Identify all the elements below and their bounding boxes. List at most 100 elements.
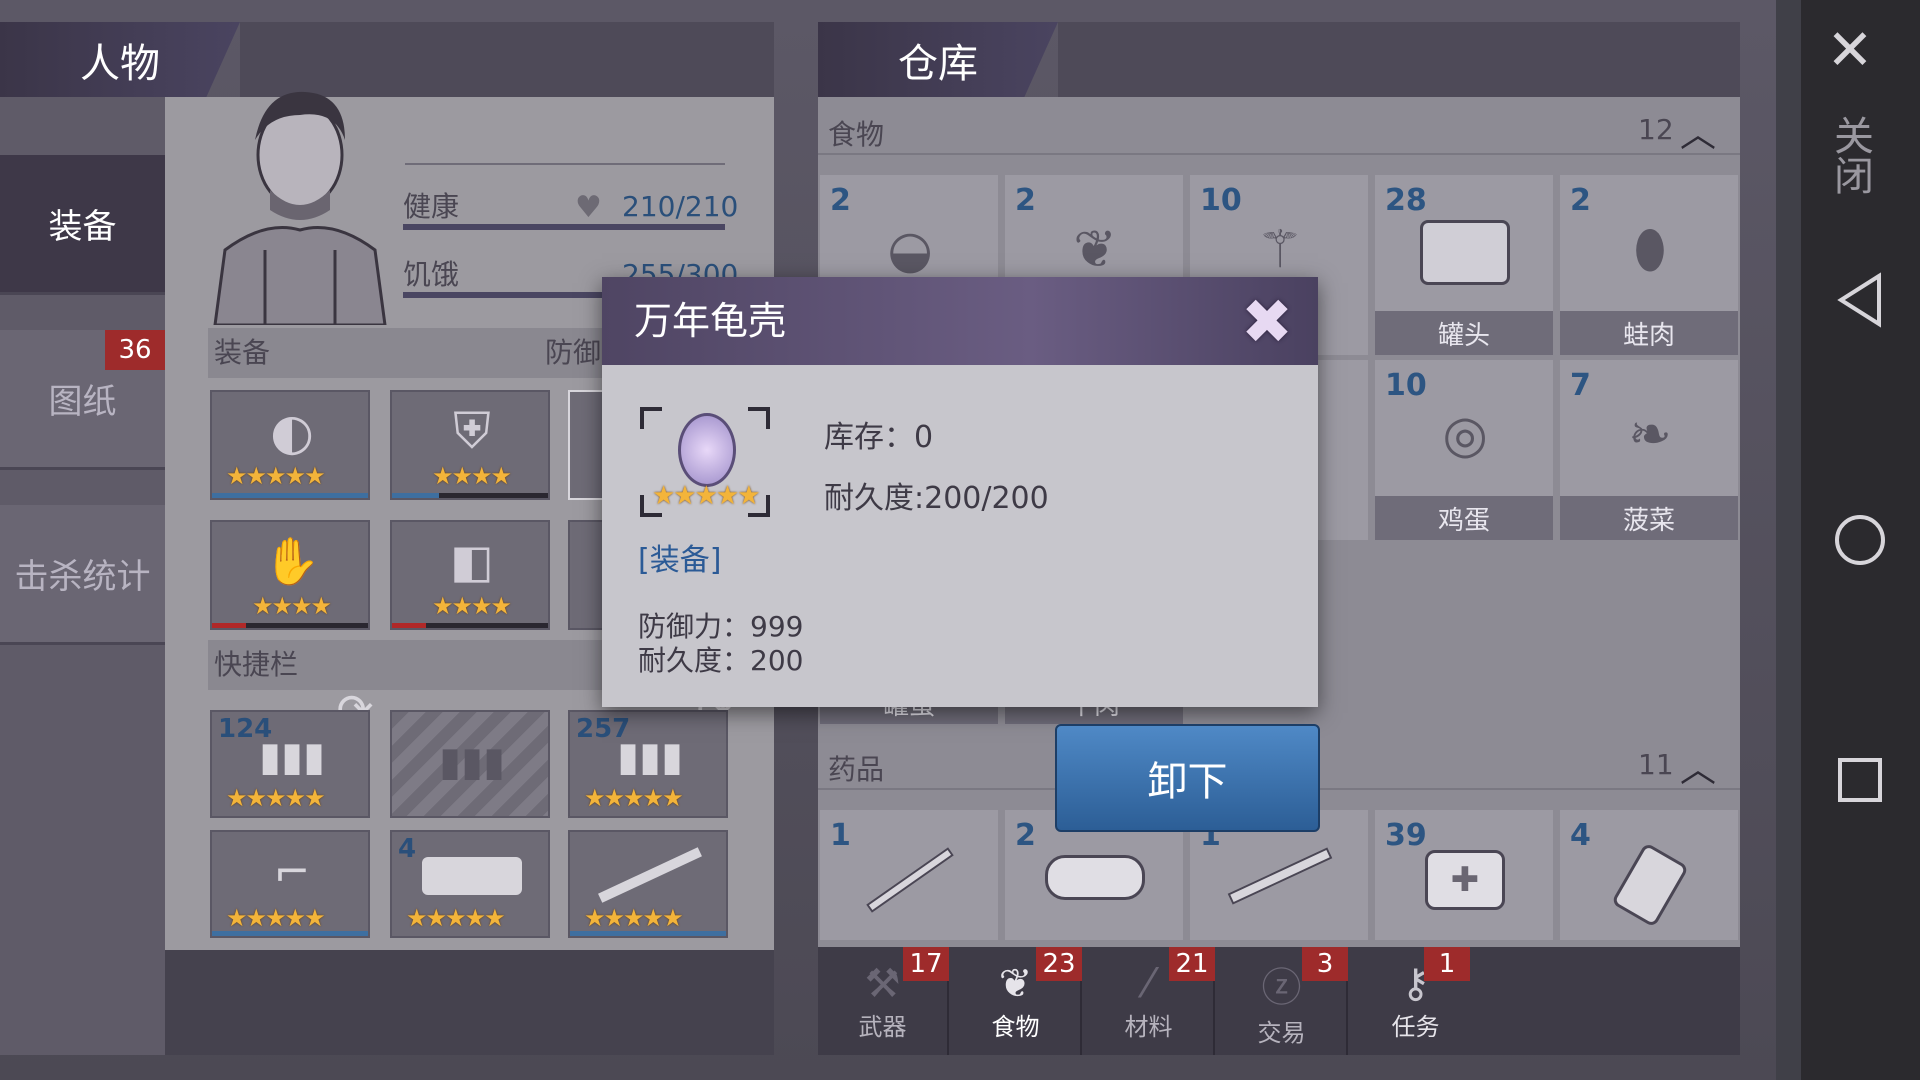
medkit-icon: ✚ xyxy=(1425,850,1505,910)
quick-slot-2-empty[interactable]: ▮▮▮ xyxy=(390,710,550,818)
item-count: 10 xyxy=(1385,368,1427,403)
nav-equipment-label: 装备 xyxy=(48,207,117,247)
star-rating: ★★★★★ xyxy=(652,481,761,511)
medicine-item[interactable]: 4 xyxy=(1560,810,1738,940)
close-icon[interactable]: ✕ xyxy=(1820,18,1880,83)
bandage-icon xyxy=(1045,855,1145,900)
medicine-section-label: 药品 xyxy=(828,753,885,786)
food-item[interactable]: 28 罐头 xyxy=(1375,175,1553,355)
item-count: 1 xyxy=(830,818,851,853)
chevron-up-icon[interactable]: ︿ xyxy=(1680,740,1716,792)
tab-quests-label: 任务 xyxy=(1391,1012,1440,1041)
star-rating: ★★★★★ xyxy=(226,904,326,932)
eggs-icon: ◎ xyxy=(1442,405,1488,465)
warehouse-title-text: 仓库 xyxy=(898,40,978,87)
splint-icon xyxy=(1227,847,1333,905)
tab-badge: 17 xyxy=(903,947,949,981)
unequip-button[interactable]: 卸下 xyxy=(1055,724,1320,832)
medicine-item[interactable]: 1 xyxy=(820,810,998,940)
recents-icon[interactable] xyxy=(1830,750,1890,810)
food-section-count: 12 xyxy=(1638,113,1674,146)
tab-badge: 21 xyxy=(1169,947,1215,981)
shotgun-icon xyxy=(598,847,702,903)
star-rating: ★★★★★ xyxy=(226,462,326,490)
pill-bottle-icon xyxy=(1610,842,1690,928)
quickbar-label: 快捷栏 xyxy=(214,648,299,681)
item-detail-modal: 万年龟壳 ✖ ★★★★★ 库存：0 耐久度:200/200 [装备] 防御力：9… xyxy=(602,277,1318,707)
frog-meat-icon: ⬮ xyxy=(1633,219,1667,280)
tab-badge-count: 1 xyxy=(1438,949,1456,979)
item-count: 2 xyxy=(1015,818,1036,853)
health-bar xyxy=(403,224,725,230)
star-rating: ★★★★★ xyxy=(226,784,326,812)
durability-bar xyxy=(212,493,368,498)
close-icon[interactable]: ✖ xyxy=(1222,277,1312,365)
item-count: 28 xyxy=(1385,183,1427,218)
meat-icon: ❦ xyxy=(1073,220,1117,280)
armor-icon: ⛨ xyxy=(453,401,491,460)
tab-badge: 1 xyxy=(1424,947,1470,981)
durability-bar-fill xyxy=(392,623,427,628)
star-rating: ★★★★★ xyxy=(584,904,684,932)
quick-slot-6[interactable]: ★★★★★ xyxy=(568,830,728,938)
nav-kill-stats[interactable]: 击杀统计 xyxy=(0,505,165,645)
home-icon[interactable] xyxy=(1830,510,1890,570)
quickbar-section-bar: 快捷栏 xyxy=(208,640,608,690)
spinach-icon: ❧ xyxy=(1628,405,1672,465)
character-footer xyxy=(165,950,774,1055)
hunger-label: 饥饿 xyxy=(403,258,460,291)
durability-bar-fill xyxy=(392,493,439,498)
chevron-up-icon[interactable]: ︿ xyxy=(1680,105,1716,157)
quick-slot-4[interactable]: ⌐ ★★★★★ xyxy=(210,830,370,938)
tab-badge-count: 3 xyxy=(1316,949,1334,979)
unequip-button-label: 卸下 xyxy=(1147,759,1228,805)
back-icon[interactable] xyxy=(1830,270,1890,330)
equip-slot-helmet[interactable]: ◐ ★★★★★ xyxy=(210,390,370,500)
item-label: 鸡蛋 xyxy=(1375,496,1553,540)
durability-bar-fill xyxy=(212,623,247,628)
equip-slot-armor[interactable]: ⛨ ★★★★ xyxy=(390,390,550,500)
ammo-icon: ▮▮▮ xyxy=(616,734,684,780)
item-label: 菠菜 xyxy=(1560,496,1738,540)
star-rating: ★★★★ xyxy=(432,592,512,620)
food-item[interactable]: 7 ❧ 菠菜 xyxy=(1560,360,1738,540)
equip-slot-pants[interactable]: ◧ ★★★★ xyxy=(390,520,550,630)
item-count: 39 xyxy=(1385,818,1427,853)
health-value: 210/210 xyxy=(622,190,739,223)
equipment-label: 装备 xyxy=(214,336,271,369)
tab-trade-label: 交易 xyxy=(1257,1018,1306,1047)
coin-icon: ⓩ xyxy=(1261,964,1302,1011)
quick-slot-1[interactable]: 124 ▮▮▮ ★★★★★ xyxy=(210,710,370,818)
star-rating: ★★★★ xyxy=(252,592,332,620)
tab-badge-count: 17 xyxy=(909,949,943,979)
close-label[interactable]: 关闭 xyxy=(1820,100,1880,210)
quick-slot-5[interactable]: 4 ★★★★★ xyxy=(390,830,550,938)
gloves-icon: ✋ xyxy=(263,533,321,588)
tab-badge-count: 21 xyxy=(1175,949,1209,979)
quick-slot-3[interactable]: 257 ▮▮▮ ★★★★★ xyxy=(568,710,728,818)
star-rating: ★★★★ xyxy=(432,462,512,490)
item-count: 2 xyxy=(1570,183,1591,218)
stock-text: 库存：0 xyxy=(824,420,934,455)
food-item[interactable]: 2 ⬮ 蛙肉 xyxy=(1560,175,1738,355)
food-item[interactable]: 10 ◎ 鸡蛋 xyxy=(1375,360,1553,540)
syringe-icon xyxy=(866,847,954,913)
tab-badge-count: 23 xyxy=(1042,949,1076,979)
durability-bar xyxy=(570,931,726,936)
defense-label: 防御 xyxy=(545,336,602,369)
food-section-header[interactable]: 食物 12 ︿ xyxy=(818,105,1740,155)
nav-kill-stats-label: 击杀统计 xyxy=(14,557,151,597)
warehouse-panel-title: 仓库 xyxy=(818,22,1058,97)
warehouse-title-bar xyxy=(1058,22,1740,97)
helmet-icon: ◐ xyxy=(270,403,314,461)
pan-food-icon: ◒ xyxy=(887,220,933,280)
modal-header: 万年龟壳 xyxy=(602,277,1318,365)
quick-slot-count: 4 xyxy=(398,834,417,864)
medicine-item[interactable]: 39 ✚ xyxy=(1375,810,1553,940)
equip-slot-gloves[interactable]: ✋ ★★★★ xyxy=(210,520,370,630)
equip-link[interactable]: [装备] xyxy=(638,535,721,579)
tab-food-label: 食物 xyxy=(991,1012,1040,1041)
heart-icon: ♥ xyxy=(575,190,602,225)
stats-divider xyxy=(405,163,725,165)
nav-equipment[interactable]: 装备 xyxy=(0,155,165,295)
